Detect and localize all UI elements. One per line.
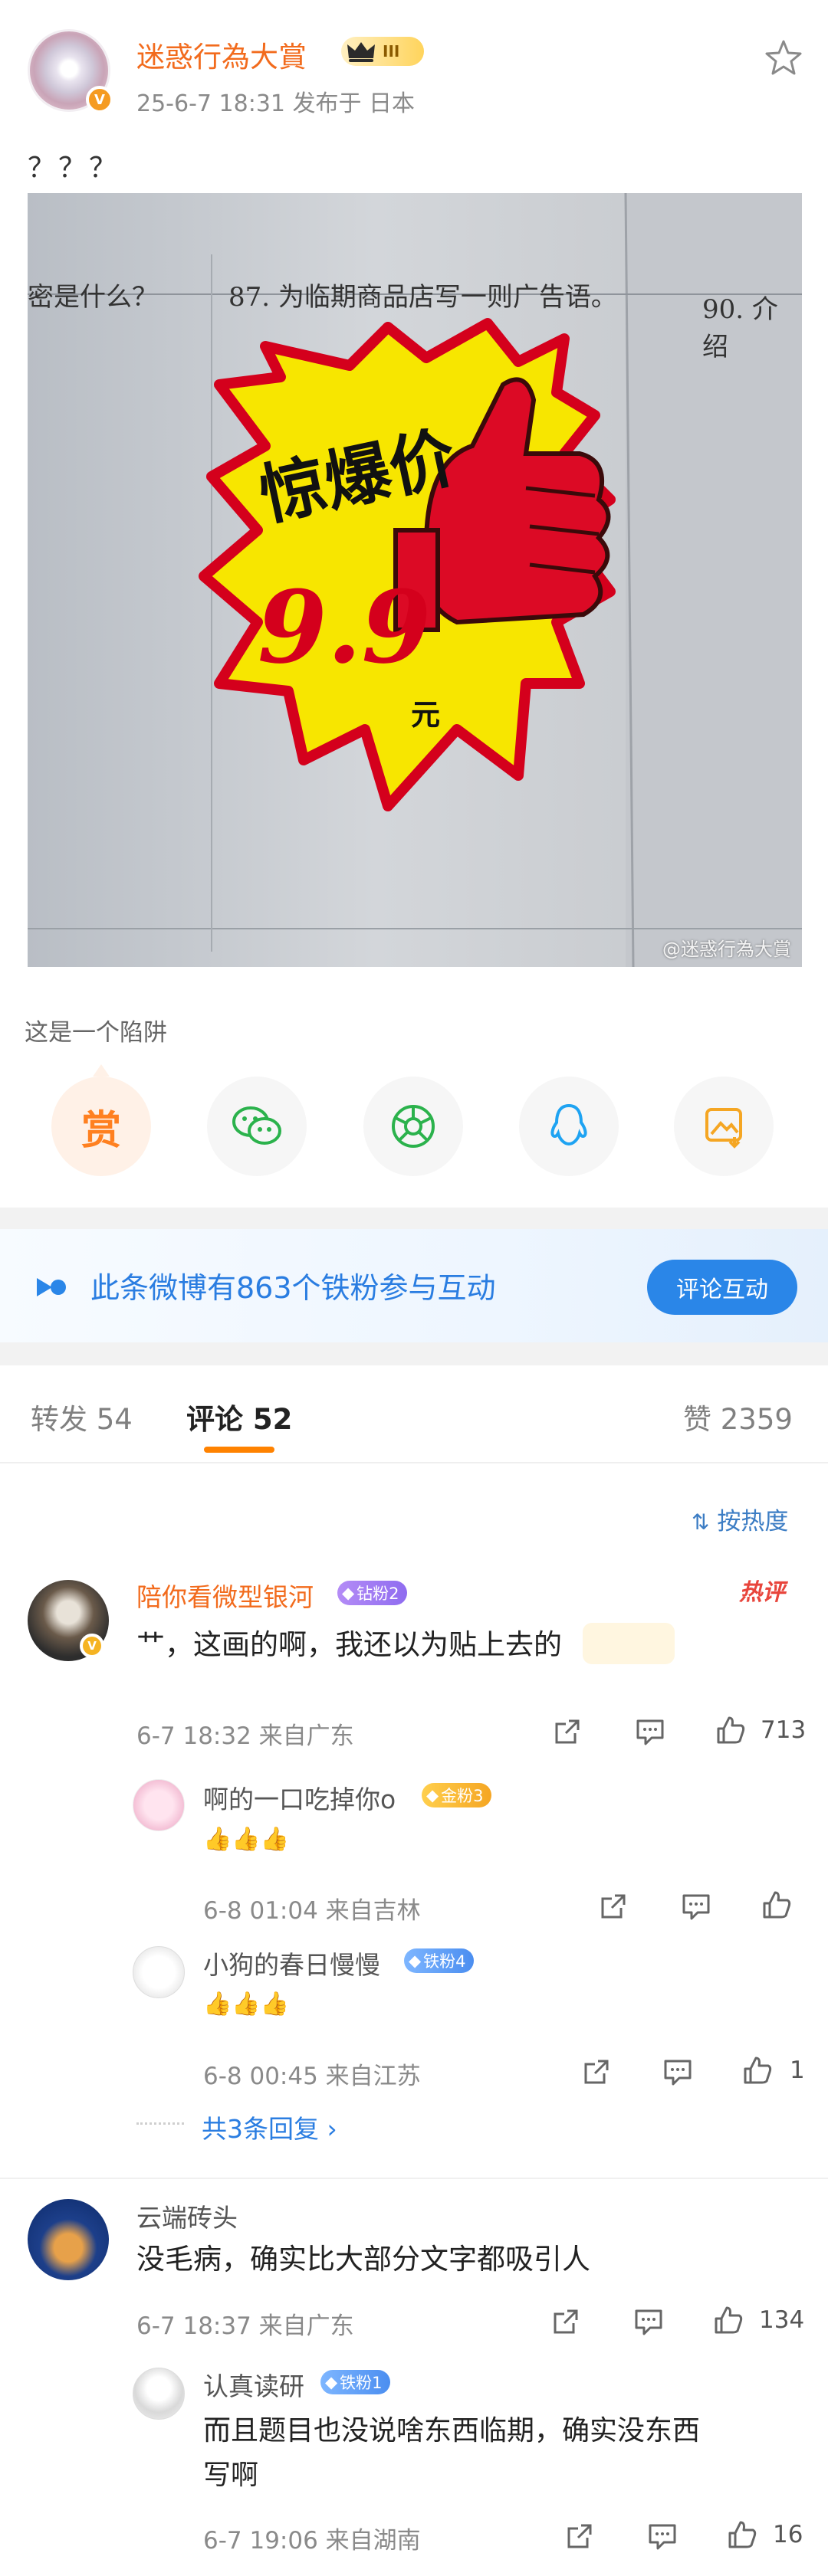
wechat-icon: [232, 1106, 281, 1145]
like-icon[interactable]: [742, 2055, 773, 2086]
fan-banner-text: 此条微博有863个铁粉参与互动: [90, 1271, 496, 1305]
like-count: 1: [790, 2057, 805, 2084]
fan-badge-icon: ◆: [325, 2373, 338, 2391]
reply-text-line1: 而且题目也没说啥东西临期，确实没东西: [203, 2415, 701, 2447]
fan-badge-icon: ◆: [342, 1584, 355, 1602]
tabs-divider: [0, 1462, 828, 1463]
fan-badge: ◆ 金粉3: [422, 1783, 491, 1807]
comment-meta: 6-7 18:37 来自广东: [136, 2312, 354, 2340]
sticker-price: 9.9: [258, 569, 432, 686]
reply-author[interactable]: 啊的一口吃掉你o: [203, 1779, 396, 1816]
sticker-decoration: [583, 1623, 675, 1664]
moments-icon: [392, 1105, 435, 1148]
like-icon[interactable]: [727, 2519, 757, 2550]
comment-icon[interactable]: [647, 2521, 678, 2551]
fan-badge-label: 钻粉2: [356, 1585, 399, 1603]
fan-badge: ◆ 铁粉4: [404, 1948, 474, 1973]
image-question-right: 90. 介绍: [702, 294, 778, 362]
fan-badge-label: 金粉3: [441, 1787, 484, 1805]
reply-avatar[interactable]: [133, 1946, 185, 1998]
tab-comments[interactable]: 评论 52: [186, 1396, 292, 1437]
image-watermark: @迷惑行為大賞: [662, 939, 791, 960]
post-meta: 25-6-7 18:31 发布于 日本: [136, 90, 416, 117]
reply-author[interactable]: 认真读研: [203, 2366, 304, 2403]
comment-icon[interactable]: [681, 1891, 711, 1922]
reply-avatar[interactable]: [133, 2368, 185, 2420]
share-icon[interactable]: [552, 1716, 583, 1747]
fan-badge: ◆ 钻粉2: [337, 1581, 407, 1605]
comment-text: 艹，这画的啊，我还以为贴上去的: [136, 1628, 562, 1661]
comment-author[interactable]: 陪你看微型银河: [136, 1577, 314, 1614]
more-replies-link[interactable]: 共3条回复 ›: [202, 2109, 337, 2145]
member-level-badge[interactable]: III: [341, 37, 424, 66]
reward-icon: 赏: [80, 1107, 121, 1154]
sort-icon: ⇅: [692, 1509, 710, 1535]
post-caption: 这是一个陷阱: [25, 1019, 167, 1047]
crown-icon: [347, 42, 375, 62]
reply-text-line2: 写啊: [203, 2460, 259, 2491]
share-icon[interactable]: [564, 2521, 595, 2551]
save-image-button[interactable]: [674, 1077, 774, 1176]
section-divider: [0, 1342, 828, 1365]
image-question-left: 密是什么？: [28, 282, 158, 313]
like-icon[interactable]: [715, 1715, 746, 1745]
like-icon[interactable]: [761, 1889, 792, 1920]
section-divider: [0, 1208, 828, 1229]
like-icon[interactable]: [713, 2305, 744, 2335]
active-tab-indicator: [204, 1447, 274, 1453]
comment-avatar[interactable]: [28, 2199, 109, 2280]
comment-icon[interactable]: [662, 2057, 693, 2087]
fan-activity-icon: [37, 1278, 66, 1296]
comment-icon[interactable]: [635, 1716, 665, 1747]
like-count: 134: [759, 2306, 805, 2334]
comment-text: 没毛病，确实比大部分文字都吸引人: [136, 2243, 590, 2276]
verified-badge-icon: V: [80, 1634, 104, 1658]
replies-dots: [136, 2122, 184, 2125]
save-image-icon: [705, 1108, 742, 1149]
fan-badge: ◆ 铁粉1: [320, 2370, 390, 2394]
level-label: III: [383, 42, 400, 61]
fan-badge-icon: ◆: [426, 1786, 439, 1804]
share-moments-button[interactable]: [363, 1077, 463, 1176]
sticker-unit: 元: [411, 697, 441, 732]
reply-meta: 6-8 00:45 来自江苏: [203, 2063, 421, 2090]
reply-text: 👍👍👍: [203, 1826, 290, 1853]
fan-badge-label: 铁粉1: [340, 2374, 383, 2392]
fan-badge-label: 铁粉4: [423, 1952, 466, 1971]
share-icon[interactable]: [550, 2306, 581, 2337]
tab-likes[interactable]: 赞 2359: [683, 1396, 793, 1437]
author-name[interactable]: 迷惑行為大賞: [136, 34, 307, 75]
reply-author[interactable]: 小狗的春日慢慢: [203, 1945, 380, 1981]
reply-meta: 6-7 19:06 来自湖南: [203, 2527, 421, 2555]
image-question-middle: 87. 为临期商品店写一则广告语。: [228, 282, 617, 313]
reply-text: 👍👍👍: [203, 1991, 290, 2017]
sort-by-heat-button[interactable]: ⇅ 按热度: [692, 1502, 788, 1536]
hot-comment-tag: 热评: [739, 1579, 785, 1606]
share-qq-button[interactable]: [519, 1077, 619, 1176]
tab-repost[interactable]: 转发 54: [31, 1396, 133, 1437]
post-text: ？？？: [28, 152, 120, 184]
like-count: 16: [773, 2521, 803, 2548]
verified-badge-icon: V: [86, 86, 113, 113]
comment-meta: 6-7 18:32 来自广东: [136, 1722, 354, 1750]
share-icon[interactable]: [581, 2057, 612, 2087]
share-icon[interactable]: [598, 1891, 629, 1922]
comment-separator: [0, 2178, 828, 2179]
fan-badge-icon: ◆: [409, 1952, 422, 1970]
post-image[interactable]: 密是什么？ 87. 为临期商品店写一则广告语。 90. 介绍 惊爆价 9.9 元…: [28, 193, 802, 967]
comment-author[interactable]: 云端砖头: [136, 2197, 238, 2234]
reply-avatar[interactable]: [133, 1779, 185, 1831]
sort-label: 按热度: [717, 1508, 789, 1535]
comment-icon[interactable]: [633, 2306, 664, 2337]
qq-icon: [550, 1103, 587, 1146]
reply-meta: 6-8 01:04 来自吉林: [203, 1897, 421, 1925]
favorite-star-icon[interactable]: [762, 37, 805, 80]
like-count: 713: [761, 1716, 807, 1744]
share-wechat-button[interactable]: [207, 1077, 307, 1176]
reward-button[interactable]: 赏: [51, 1064, 151, 1176]
comment-interaction-button[interactable]: 评论互动: [647, 1260, 797, 1315]
